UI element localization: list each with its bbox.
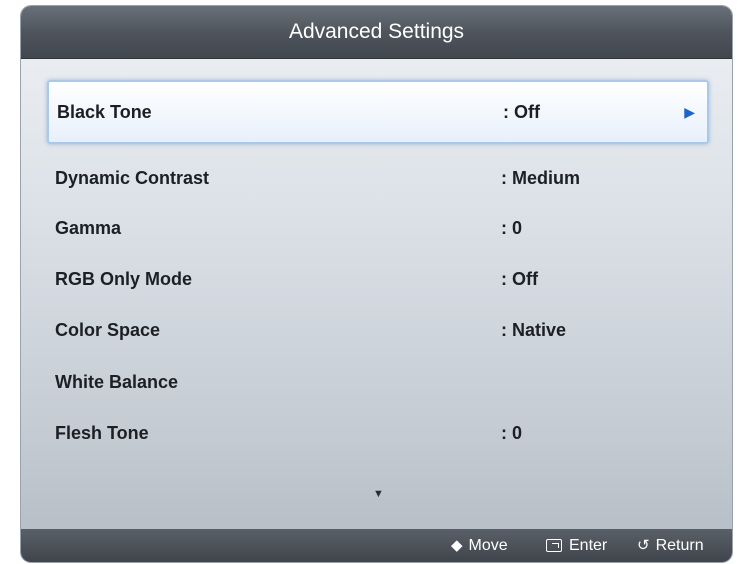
dialog-title: Advanced Settings: [21, 6, 732, 59]
menu-item-dynamic-contrast[interactable]: Dynamic Contrast : Medium: [49, 153, 709, 203]
return-icon: ↺: [637, 537, 650, 554]
button-guide-bar: ◆ Move Enter ↺ Return: [21, 529, 732, 562]
menu-item-color-space[interactable]: Color Space : Native: [49, 305, 709, 355]
move-label: Move: [468, 537, 508, 554]
menu-item-black-tone[interactable]: Black Tone : Off ▶: [47, 80, 709, 144]
menu-item-white-balance[interactable]: White Balance: [49, 357, 709, 407]
menu-item-value: : Off: [503, 102, 540, 122]
menu-item-flesh-tone[interactable]: Flesh Tone : 0: [49, 408, 709, 458]
return-hint: ↺ Return: [637, 529, 704, 562]
menu-item-value: : 0: [501, 423, 523, 443]
menu-item-label: Black Tone: [57, 102, 152, 122]
menu-item-value: : 0: [501, 218, 523, 238]
menu-item-value: : Off: [501, 269, 538, 289]
enter-hint: Enter: [546, 529, 607, 562]
menu-item-label: Flesh Tone: [55, 423, 149, 443]
move-hint: ◆ Move: [451, 529, 508, 562]
menu-item-value: : Native: [501, 320, 567, 340]
advanced-settings-dialog: Advanced Settings Black Tone : Off ▶ Dyn…: [21, 6, 732, 562]
enter-label: Enter: [569, 537, 608, 554]
menu-item-rgb-only-mode[interactable]: RGB Only Mode : Off: [49, 254, 709, 304]
menu-item-label: White Balance: [55, 372, 179, 392]
scroll-down-icon[interactable]: ▼: [373, 488, 384, 500]
menu-item-label: RGB Only Mode: [55, 269, 193, 289]
menu-item-value: : Medium: [501, 168, 580, 188]
return-label: Return: [655, 537, 704, 554]
menu-item-label: Gamma: [55, 218, 122, 238]
move-icon: ◆: [451, 537, 463, 554]
menu-item-gamma[interactable]: Gamma : 0: [49, 203, 709, 253]
menu-item-label: Color Space: [55, 320, 161, 340]
enter-icon: [546, 539, 562, 552]
menu-item-label: Dynamic Contrast: [55, 168, 210, 188]
submenu-arrow-icon: ▶: [684, 104, 695, 120]
